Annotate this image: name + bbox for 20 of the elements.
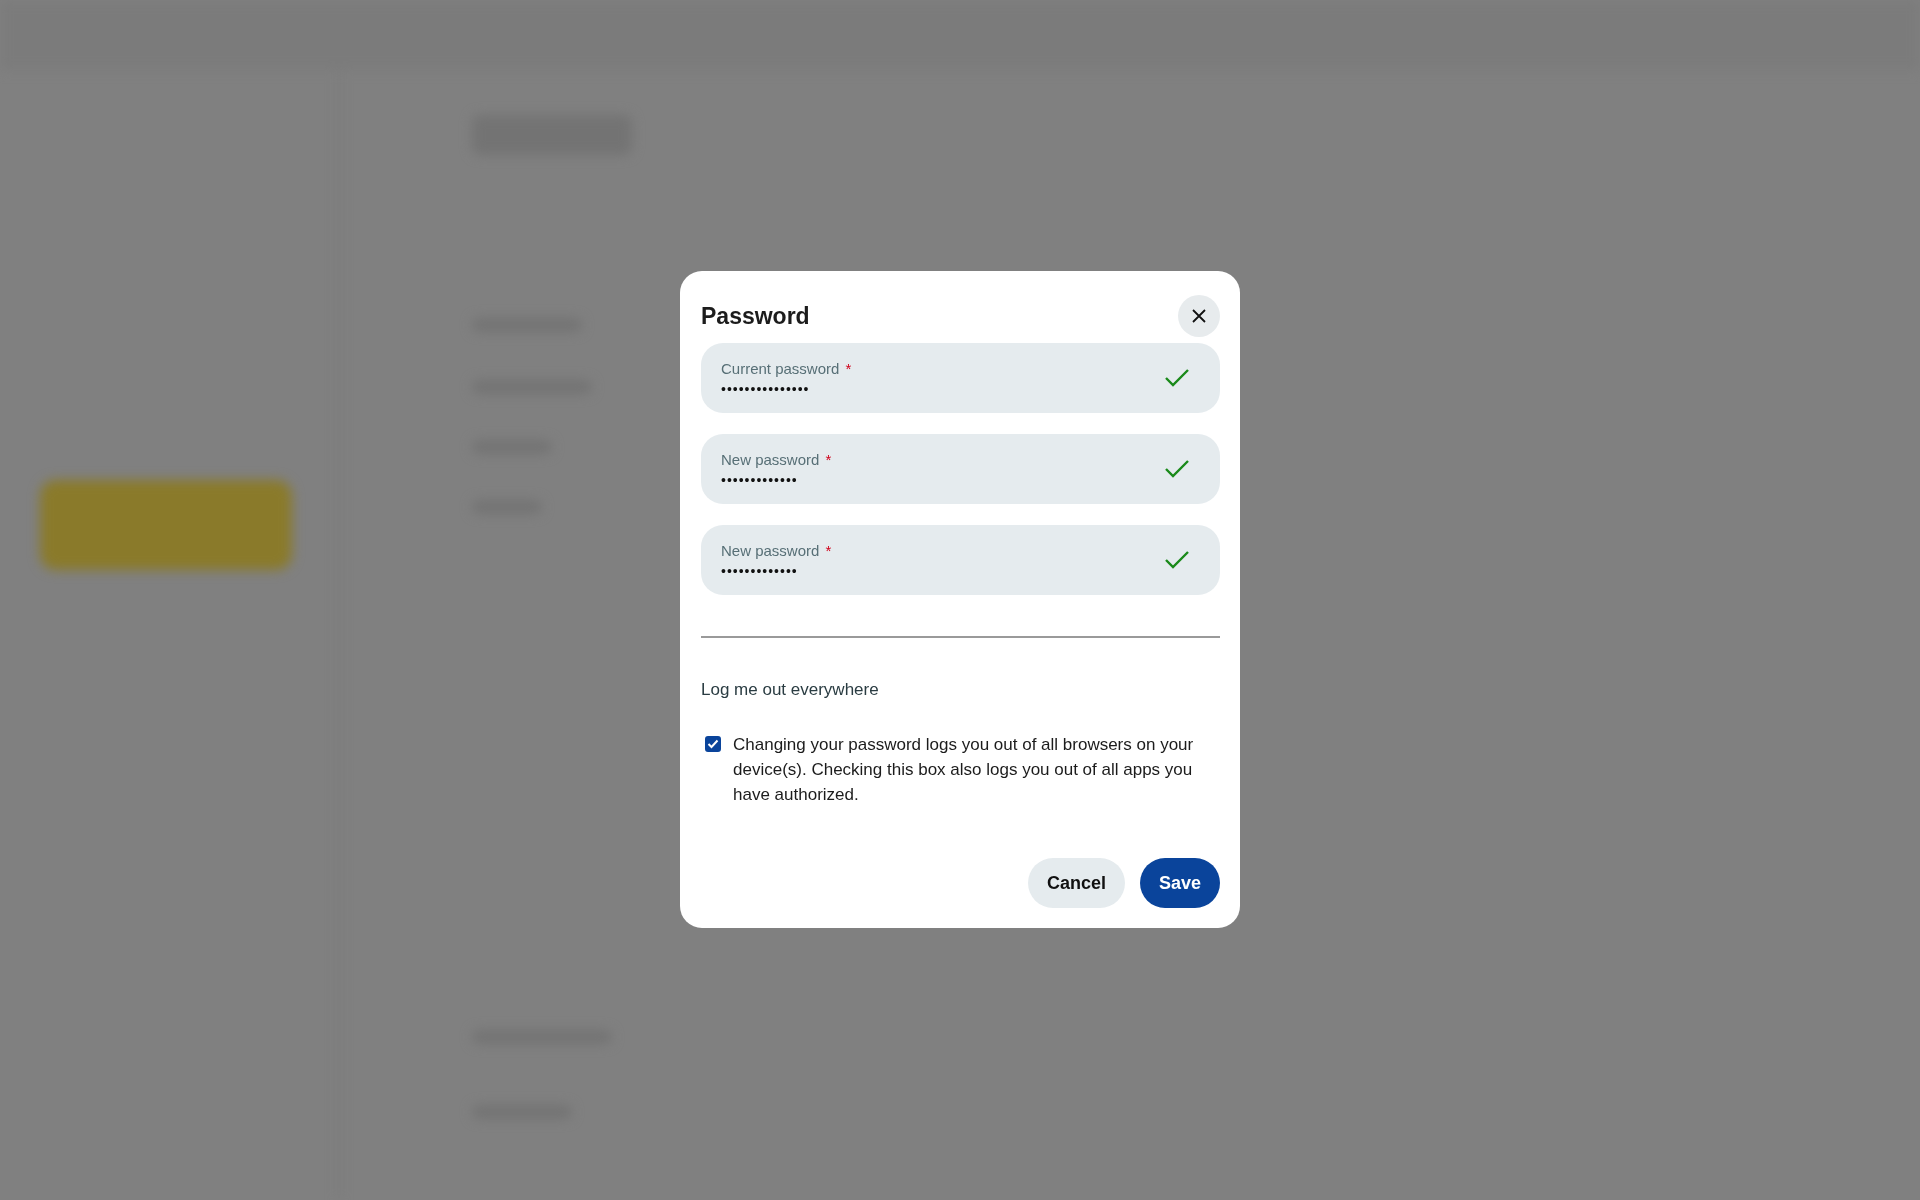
checkbox[interactable] (705, 736, 721, 752)
cancel-button[interactable]: Cancel (1027, 858, 1125, 908)
field-label: New password (721, 450, 820, 468)
section-title: Log me out everywhere (701, 680, 880, 700)
close-icon (1191, 308, 1207, 324)
password-dots: ••••••••••••• (721, 562, 799, 579)
field-label: New password (721, 541, 820, 559)
close-button[interactable] (1178, 295, 1220, 337)
required-mark: * (845, 359, 852, 377)
password-dots: ••••••••••••• (721, 471, 799, 488)
required-mark: * (825, 541, 832, 559)
password-dots: ••••••••••••••• (721, 380, 811, 397)
password-field[interactable]: New password * ••••••••••••• (701, 525, 1220, 595)
password-field[interactable]: Current password * ••••••••••••••• (701, 343, 1220, 413)
save-button[interactable]: Save (1139, 858, 1220, 908)
dialog-title: Password (701, 302, 810, 330)
password-field[interactable]: New password * ••••••••••••• (701, 434, 1220, 504)
option-description: Changing your password logs you out of all browsers on your device(s). Checking this box also logs you out of all apps you have authorized. (733, 734, 1195, 806)
required-mark: * (825, 450, 832, 468)
field-label: Current password (721, 359, 840, 377)
